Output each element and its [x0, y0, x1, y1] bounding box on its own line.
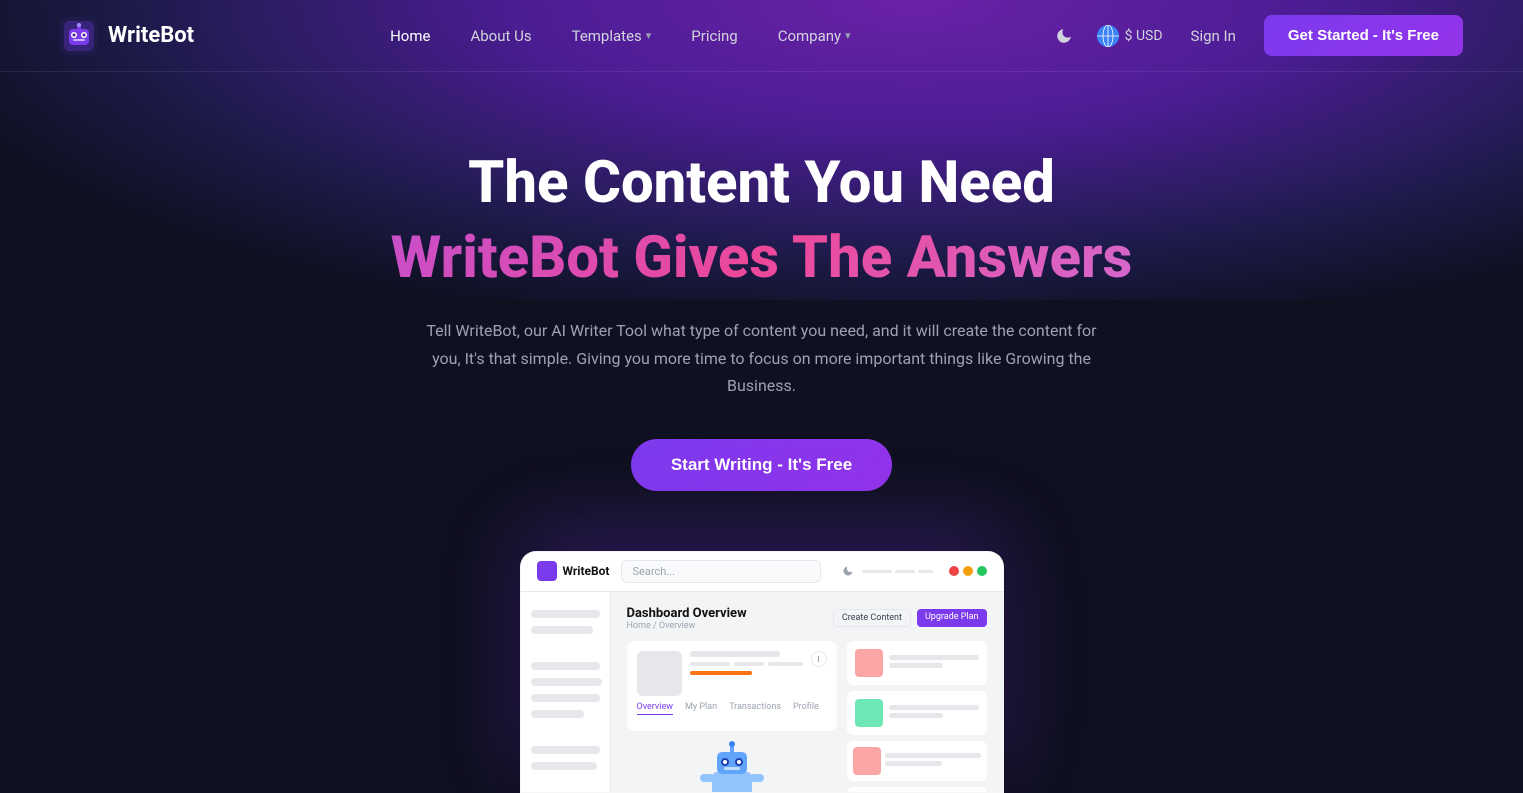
- dashboard-topbar: WriteBot Search...: [521, 552, 1003, 592]
- dashboard-create-btn[interactable]: Create Content: [833, 609, 911, 627]
- dashboard-left-panel: Overview My Plan Transactions Profile: [627, 641, 837, 793]
- flag-icon: [1097, 25, 1119, 47]
- tab-profile[interactable]: Profile: [793, 702, 819, 715]
- dashboard-info-icon: [811, 651, 827, 667]
- dashboard-main-card: Overview My Plan Transactions Profile: [627, 641, 837, 731]
- mini-card-line: [889, 663, 943, 668]
- tab-overview[interactable]: Overview: [637, 702, 673, 715]
- hero-subtitle: Tell WriteBot, our AI Writer Tool what t…: [422, 317, 1102, 399]
- get-started-button[interactable]: Get Started - It's Free: [1264, 15, 1463, 56]
- mini-card-color-2: [855, 699, 883, 727]
- sidebar-item[interactable]: [531, 678, 602, 686]
- window-controls: [949, 566, 987, 576]
- nav-about[interactable]: About Us: [454, 19, 547, 53]
- dashboard-moon-icon: [842, 565, 854, 577]
- dashboard-logo: WriteBot: [537, 561, 610, 581]
- dashboard-profile-row: [637, 651, 827, 696]
- hero-title-line2: WriteBot Gives The Answers: [40, 224, 1483, 294]
- logo[interactable]: WriteBot: [60, 17, 194, 55]
- mini-card-lines-2: [889, 705, 979, 721]
- dashboard-progress-bars: [862, 570, 933, 573]
- dashboard-illustration: [627, 737, 837, 793]
- dashboard-mini-card-1: [847, 641, 987, 685]
- dashboard-top-actions: [842, 565, 987, 577]
- nav-company[interactable]: Company ▾: [762, 19, 867, 53]
- dashboard-title-area: Dashboard Overview Home / Overview: [627, 606, 747, 631]
- language-currency-selector[interactable]: $ USD: [1097, 25, 1163, 47]
- hero-title-line1: The Content You Need: [40, 152, 1483, 216]
- window-maximize-btn[interactable]: [977, 566, 987, 576]
- dashboard-search[interactable]: Search...: [621, 560, 821, 583]
- tab-transactions[interactable]: Transactions: [729, 702, 781, 715]
- dashboard-profile-line1: [690, 651, 780, 657]
- dashboard-avatar: [637, 651, 682, 696]
- moon-icon: [1055, 27, 1073, 45]
- mini-card-lines-1: [889, 655, 979, 671]
- dashboard-body: Dashboard Overview Home / Overview Creat…: [521, 592, 1003, 792]
- window-minimize-btn[interactable]: [963, 566, 973, 576]
- sidebar-item[interactable]: [531, 762, 598, 770]
- brand-name: WriteBot: [108, 23, 194, 48]
- nav-templates[interactable]: Templates ▾: [556, 19, 668, 53]
- dashboard-tabs: Overview My Plan Transactions Profile: [637, 702, 827, 715]
- sign-in-button[interactable]: Sign In: [1179, 21, 1248, 51]
- dashboard-breadcrumb: Home / Overview: [627, 621, 747, 631]
- dashboard-preview: WriteBot Search...: [520, 551, 1004, 793]
- dashboard-profile-info: [690, 651, 803, 675]
- sidebar-item[interactable]: [531, 694, 600, 702]
- dashboard-content-grid: Overview My Plan Transactions Profile: [627, 641, 987, 793]
- mini-card-line: [885, 761, 943, 766]
- mini-card-line: [885, 753, 981, 758]
- hero-section: The Content You Need WriteBot Gives The …: [0, 72, 1523, 551]
- navbar: WriteBot Home About Us Templates ▾ Prici…: [0, 0, 1523, 72]
- dashboard-logo-icon: [537, 561, 557, 581]
- dashboard-chart: [847, 787, 987, 793]
- robot-illustration: [692, 737, 772, 793]
- sidebar-item[interactable]: [531, 610, 600, 618]
- writebot-logo-icon: [60, 17, 98, 55]
- nav-links: Home About Us Templates ▾ Pricing Compan…: [374, 19, 867, 53]
- mini-card-line: [889, 713, 943, 718]
- sidebar-item[interactable]: [531, 710, 584, 718]
- dashboard-upgrade-btn[interactable]: Upgrade Plan: [917, 609, 987, 627]
- dashboard-right-panel: [847, 641, 987, 793]
- dashboard-mini-card-3: [847, 741, 987, 781]
- dark-mode-toggle[interactable]: [1047, 19, 1081, 53]
- mini-card-lines-3: [885, 753, 981, 769]
- nav-actions: $ USD Sign In Get Started - It's Free: [1047, 15, 1463, 56]
- mini-card-line: [889, 655, 979, 660]
- mini-card-color-1: [855, 649, 883, 677]
- dashboard-sidebar: [521, 592, 611, 792]
- dashboard-title: Dashboard Overview: [627, 606, 747, 621]
- dashboard-orange-bar: [690, 671, 752, 675]
- tab-myplan[interactable]: My Plan: [685, 702, 717, 715]
- dashboard-header-row: Dashboard Overview Home / Overview Creat…: [627, 606, 987, 631]
- nav-pricing[interactable]: Pricing: [675, 19, 753, 53]
- dashboard-main: Dashboard Overview Home / Overview Creat…: [611, 592, 1003, 792]
- dashboard-mini-card-2: [847, 691, 987, 735]
- window-close-btn[interactable]: [949, 566, 959, 576]
- dashboard-profile-stats: [690, 662, 803, 666]
- company-chevron-icon: ▾: [845, 29, 851, 42]
- mini-card-color-3: [853, 747, 881, 775]
- dashboard-brand-name: WriteBot: [563, 564, 610, 578]
- templates-chevron-icon: ▾: [646, 29, 652, 42]
- dashboard-actions: Create Content Upgrade Plan: [833, 609, 987, 627]
- sidebar-item[interactable]: [531, 746, 600, 754]
- nav-home[interactable]: Home: [374, 19, 446, 53]
- sidebar-item[interactable]: [531, 662, 600, 670]
- sidebar-item[interactable]: [531, 626, 593, 634]
- start-writing-button[interactable]: Start Writing - It's Free: [631, 439, 892, 491]
- mini-card-line: [889, 705, 979, 710]
